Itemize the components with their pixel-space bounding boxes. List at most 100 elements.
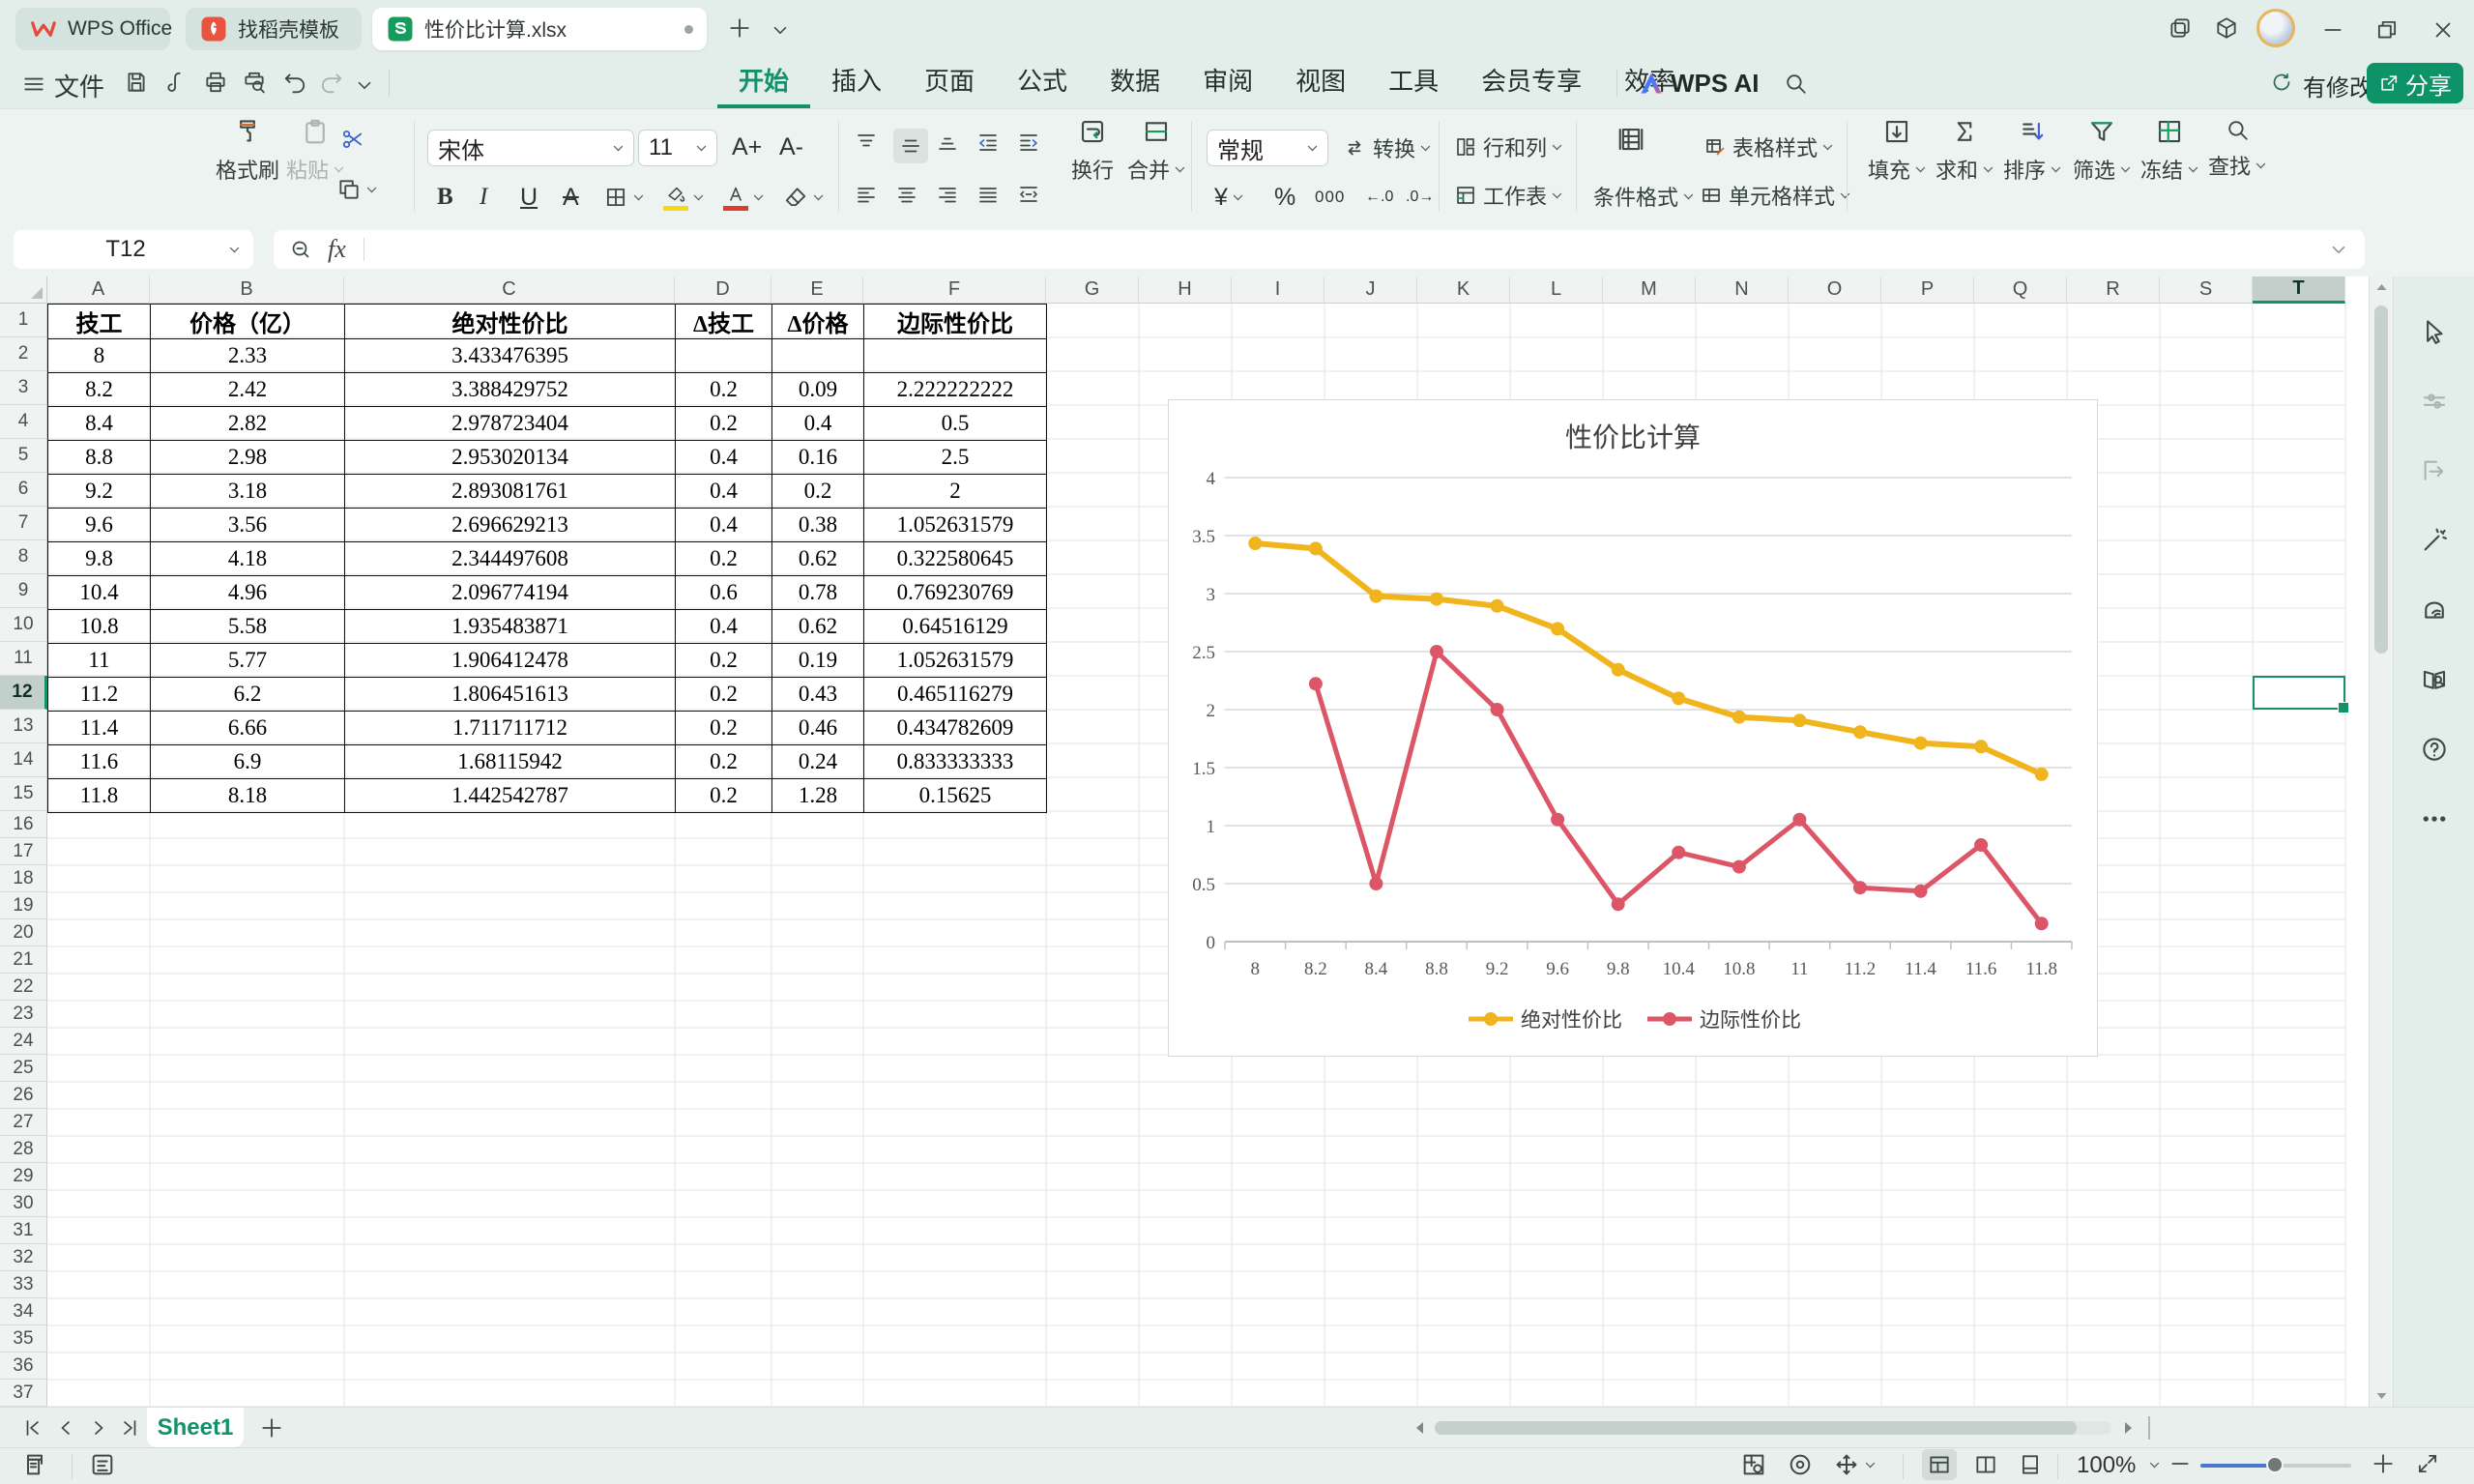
- menu-item-审阅[interactable]: 审阅: [1181, 58, 1274, 104]
- document-search-icon[interactable]: [2420, 665, 2449, 694]
- data-cell[interactable]: 0.2: [676, 542, 772, 576]
- data-cell[interactable]: 2.978723404: [345, 407, 676, 441]
- data-cell[interactable]: 0.78: [772, 576, 864, 610]
- data-cell[interactable]: 8.4: [48, 407, 151, 441]
- row-header-32[interactable]: 32: [0, 1244, 47, 1271]
- data-cell[interactable]: 5.77: [151, 644, 345, 678]
- data-cell[interactable]: 2.893081761: [345, 475, 676, 509]
- worksheet-button[interactable]: 工作表: [1454, 179, 1562, 212]
- data-cell[interactable]: 0.46: [772, 712, 864, 745]
- column-header-K[interactable]: K: [1417, 276, 1510, 304]
- data-cell[interactable]: 0.2: [676, 678, 772, 712]
- data-cell[interactable]: 0.769230769: [864, 576, 1047, 610]
- redo-icon[interactable]: [319, 70, 344, 95]
- data-cell[interactable]: 0.465116279: [864, 678, 1047, 712]
- data-cell[interactable]: 1.442542787: [345, 779, 676, 813]
- data-cell[interactable]: 3.388429752: [345, 373, 676, 407]
- zoom-slider-thumb[interactable]: [2266, 1456, 2284, 1473]
- row-header-35[interactable]: 35: [0, 1325, 47, 1353]
- view-page-button[interactable]: [2013, 1449, 2048, 1480]
- data-cell[interactable]: 1.052631579: [864, 509, 1047, 542]
- row-header-17[interactable]: 17: [0, 838, 47, 865]
- row-header-20[interactable]: 20: [0, 919, 47, 946]
- data-cell[interactable]: 6.2: [151, 678, 345, 712]
- data-cell[interactable]: 0.09: [772, 373, 864, 407]
- underline-button[interactable]: U: [520, 181, 538, 214]
- data-cell[interactable]: 0.5: [864, 407, 1047, 441]
- font-name-combo[interactable]: 宋体: [427, 130, 634, 166]
- horizontal-scrollbar[interactable]: [1435, 1421, 2111, 1435]
- prev-sheet-icon[interactable]: [54, 1416, 77, 1440]
- find-button[interactable]: 查找: [2204, 117, 2270, 181]
- row-header-4[interactable]: 4: [0, 405, 47, 439]
- row-header-27[interactable]: 27: [0, 1109, 47, 1136]
- column-header-R[interactable]: R: [2067, 276, 2160, 304]
- view-normal-button[interactable]: [1922, 1449, 1957, 1480]
- data-cell[interactable]: [864, 339, 1047, 373]
- menu-item-数据[interactable]: 数据: [1089, 58, 1181, 104]
- data-cell[interactable]: 2.344497608: [345, 542, 676, 576]
- pivot-status-icon[interactable]: [1740, 1451, 1767, 1478]
- font-size-combo[interactable]: 11: [638, 130, 717, 166]
- row-header-6[interactable]: 6: [0, 473, 47, 507]
- macro-vba-icon[interactable]: [21, 1451, 48, 1478]
- header-cell[interactable]: 边际性价比: [864, 305, 1047, 339]
- help-icon[interactable]: [2420, 735, 2449, 764]
- smart-toolbox-icon[interactable]: [2420, 526, 2449, 555]
- column-header-A[interactable]: A: [47, 276, 150, 304]
- add-sheet-button[interactable]: [259, 1415, 284, 1440]
- column-header-T[interactable]: T: [2253, 276, 2345, 304]
- data-cell[interactable]: 0.322580645: [864, 542, 1047, 576]
- data-cell[interactable]: 2.5: [864, 441, 1047, 475]
- row-header-9[interactable]: 9: [0, 574, 47, 608]
- currency-format-button[interactable]: ¥: [1214, 181, 1243, 214]
- data-cell[interactable]: 3.56: [151, 509, 345, 542]
- save-icon[interactable]: [124, 70, 149, 95]
- data-cell[interactable]: 11: [48, 644, 151, 678]
- column-header-M[interactable]: M: [1603, 276, 1696, 304]
- vertical-scroll-thumb[interactable]: [2374, 306, 2388, 654]
- name-box[interactable]: T12: [14, 230, 253, 269]
- data-cell[interactable]: 0.2: [676, 712, 772, 745]
- hscroll-right-arrow-icon[interactable]: [2123, 1420, 2135, 1436]
- data-cell[interactable]: 0.38: [772, 509, 864, 542]
- selected-cell-outline[interactable]: [2253, 676, 2345, 710]
- align-right-icon[interactable]: [936, 183, 959, 206]
- table-style-button[interactable]: 表格样式: [1703, 131, 1833, 163]
- data-cell[interactable]: 0.2: [676, 745, 772, 779]
- row-header-7[interactable]: 7: [0, 507, 47, 540]
- data-cell[interactable]: 2.33: [151, 339, 345, 373]
- data-cell[interactable]: 9.6: [48, 509, 151, 542]
- zoom-chevron-icon[interactable]: [2150, 1459, 2160, 1469]
- row-header-34[interactable]: 34: [0, 1298, 47, 1325]
- data-cell[interactable]: 2.98: [151, 441, 345, 475]
- row-header-11[interactable]: 11: [0, 642, 47, 676]
- data-cell[interactable]: 1.68115942: [345, 745, 676, 779]
- column-header-C[interactable]: C: [344, 276, 675, 304]
- row-header-15[interactable]: 15: [0, 777, 47, 811]
- row-header-14[interactable]: 14: [0, 743, 47, 777]
- data-cell[interactable]: 10.8: [48, 610, 151, 644]
- cut-scissors-icon[interactable]: [340, 127, 365, 152]
- data-cell[interactable]: 0.4: [676, 475, 772, 509]
- data-cell[interactable]: 8: [48, 339, 151, 373]
- conditional-format-button[interactable]: 条件格式: [1593, 181, 1694, 212]
- first-sheet-icon[interactable]: [21, 1416, 44, 1440]
- data-cell[interactable]: 1.906412478: [345, 644, 676, 678]
- row-header-25[interactable]: 25: [0, 1055, 47, 1082]
- data-cell[interactable]: 0.6: [676, 576, 772, 610]
- view-split-button[interactable]: [1968, 1449, 2003, 1480]
- data-cell[interactable]: 8.2: [48, 373, 151, 407]
- column-header-S[interactable]: S: [2160, 276, 2253, 304]
- fx-icon[interactable]: fx: [328, 235, 346, 264]
- row-header-16[interactable]: 16: [0, 811, 47, 838]
- row-header-2[interactable]: 2: [0, 337, 47, 371]
- print-icon[interactable]: [203, 70, 228, 95]
- column-header-Q[interactable]: Q: [1974, 276, 2067, 304]
- restore-button[interactable]: [2374, 17, 2400, 43]
- align-center-icon[interactable]: [895, 183, 918, 206]
- data-cell[interactable]: 2.82: [151, 407, 345, 441]
- qat-chevron-icon[interactable]: [354, 74, 375, 96]
- decrease-indent-icon[interactable]: [976, 131, 1000, 154]
- header-cell[interactable]: 价格（亿）: [151, 305, 345, 339]
